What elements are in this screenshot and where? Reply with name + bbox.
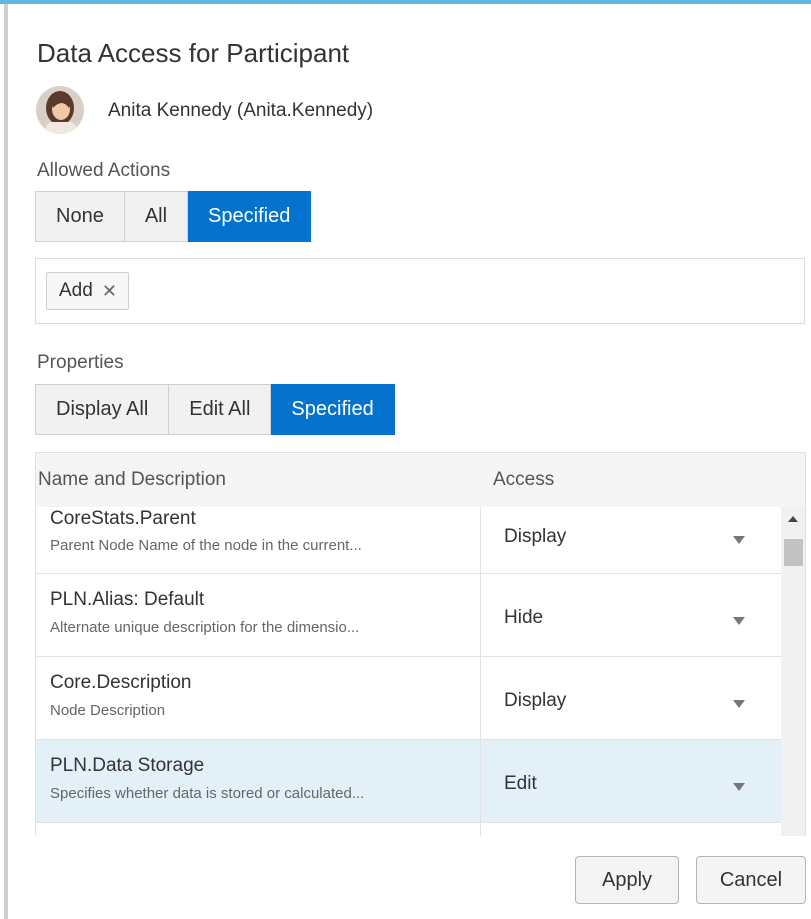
- properties-specified-button[interactable]: Specified: [271, 384, 395, 435]
- table-row[interactable]: CoreStats.Parent Parent Node Name of the…: [36, 507, 781, 574]
- cancel-button[interactable]: Cancel: [696, 856, 806, 904]
- access-select[interactable]: Display: [504, 690, 566, 712]
- chevron-down-icon[interactable]: [733, 617, 745, 625]
- allowed-actions-specified-button[interactable]: Specified: [188, 191, 312, 242]
- close-icon[interactable]: ✕: [102, 281, 117, 302]
- column-divider: [480, 657, 481, 739]
- table-scrollbar[interactable]: [781, 507, 805, 836]
- chevron-down-icon[interactable]: [733, 700, 745, 708]
- scroll-up-arrow-icon[interactable]: [788, 516, 798, 522]
- dialog-title: Data Access for Participant: [37, 38, 350, 68]
- property-name: PLN.Data Storage: [50, 755, 205, 776]
- properties-edit-all-button[interactable]: Edit All: [169, 384, 272, 435]
- table-header: Name and Description Access: [36, 453, 805, 508]
- allowed-actions-none-button[interactable]: None: [35, 191, 125, 242]
- column-header-access: Access: [493, 469, 555, 490]
- column-header-name: Name and Description: [38, 469, 226, 490]
- allowed-actions-toggle: None All Specified: [35, 191, 312, 242]
- table-row[interactable]: [36, 823, 781, 836]
- property-description: Parent Node Name of the node in the curr…: [50, 537, 362, 554]
- column-divider: [480, 507, 481, 573]
- participant-name: Anita Kennedy (Anita.Kennedy): [108, 100, 374, 121]
- chevron-down-icon[interactable]: [733, 536, 745, 544]
- actions-chip-field[interactable]: Add ✕: [35, 258, 805, 324]
- property-description: Specifies whether data is stored or calc…: [50, 785, 365, 802]
- access-select[interactable]: Edit: [504, 773, 537, 795]
- avatar: [36, 86, 84, 134]
- properties-toggle: Display All Edit All Specified: [35, 384, 395, 435]
- property-name: CoreStats.Parent: [50, 508, 196, 529]
- apply-button[interactable]: Apply: [575, 856, 679, 904]
- property-description: Node Description: [50, 702, 166, 719]
- left-border: [4, 4, 8, 919]
- properties-label: Properties: [37, 352, 124, 373]
- column-divider: [480, 823, 481, 836]
- access-select[interactable]: Hide: [504, 607, 543, 629]
- table-row[interactable]: PLN.Alias: Default Alternate unique desc…: [36, 574, 781, 657]
- column-divider: [480, 740, 481, 822]
- access-select[interactable]: Display: [504, 526, 566, 548]
- property-name: Core.Description: [50, 672, 192, 693]
- property-name: PLN.Alias: Default: [50, 589, 205, 610]
- scrollbar-thumb[interactable]: [784, 539, 803, 566]
- allowed-actions-all-button[interactable]: All: [124, 191, 189, 242]
- column-divider: [480, 574, 481, 656]
- property-description: Alternate unique description for the dim…: [50, 619, 360, 636]
- table-row[interactable]: PLN.Data Storage Specifies whether data …: [36, 740, 781, 823]
- action-chip-add: Add ✕: [46, 272, 129, 310]
- allowed-actions-label: Allowed Actions: [37, 160, 171, 181]
- top-accent-bar: [0, 0, 811, 4]
- action-chip-label: Add: [59, 280, 93, 301]
- table-row[interactable]: Core.Description Node Description Displa…: [36, 657, 781, 740]
- properties-display-all-button[interactable]: Display All: [35, 384, 170, 435]
- properties-table: Name and Description Access CoreStats.Pa…: [35, 452, 806, 836]
- chevron-down-icon[interactable]: [733, 783, 745, 791]
